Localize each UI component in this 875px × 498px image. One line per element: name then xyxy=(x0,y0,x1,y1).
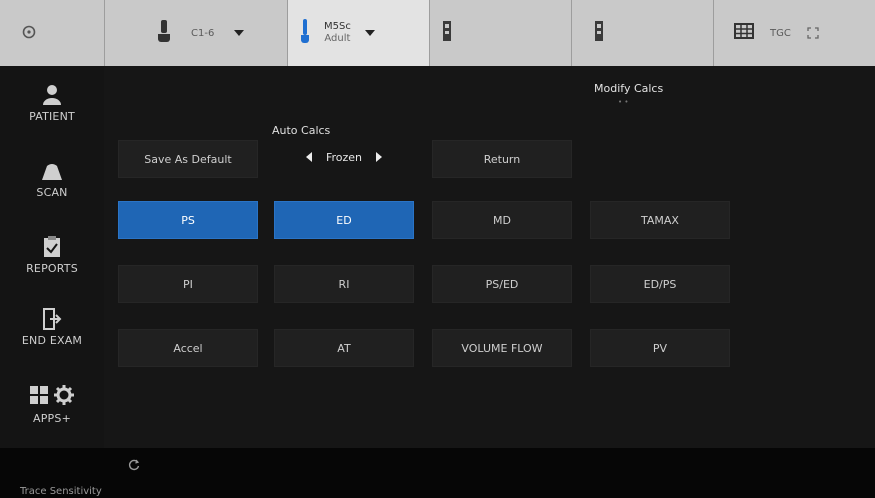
nav-label: PATIENT xyxy=(29,110,75,123)
probe-selector-2[interactable]: M5Sc Adult xyxy=(288,0,430,66)
tgc-button[interactable]: TGC xyxy=(770,28,791,39)
calc-ps-button[interactable]: PS xyxy=(118,201,258,239)
trace-sensitivity-label: Trace Sensitivity xyxy=(20,486,102,497)
calc-volume-flow-button[interactable]: VOLUME FLOW xyxy=(432,329,572,367)
nav-reports[interactable]: REPORTS xyxy=(0,236,104,275)
scan-icon xyxy=(0,162,104,186)
probe-name: M5Sc xyxy=(324,21,351,32)
probe-icon xyxy=(157,19,171,47)
nav-label: SCAN xyxy=(36,186,68,199)
next-icon[interactable] xyxy=(376,152,383,162)
probe-slot-3[interactable] xyxy=(430,0,572,66)
calc-accel-button[interactable]: Accel xyxy=(118,329,258,367)
probe-preset: M5Sc Adult xyxy=(324,21,351,45)
rotary-knob-icon[interactable] xyxy=(128,456,140,475)
auto-calcs-stepper: Frozen xyxy=(274,142,414,172)
nav-label: APPS+ xyxy=(33,412,71,425)
auto-calcs-label: Auto Calcs xyxy=(272,124,331,137)
probe-selector-1[interactable]: C1-6 xyxy=(105,0,288,66)
preset-name: Adult xyxy=(324,33,351,44)
reports-icon xyxy=(0,236,104,262)
keyboard-icon[interactable] xyxy=(734,23,754,43)
home-icon[interactable] xyxy=(22,24,36,43)
probe-slot-4[interactable] xyxy=(572,0,714,66)
calc-ps-ed-button[interactable]: PS/ED xyxy=(432,265,572,303)
patient-icon xyxy=(0,84,104,110)
calc-ed-button[interactable]: ED xyxy=(274,201,414,239)
calc-ri-button[interactable]: RI xyxy=(274,265,414,303)
nav-label: REPORTS xyxy=(26,262,78,275)
return-button[interactable]: Return xyxy=(432,140,572,178)
probe-active-icon xyxy=(300,18,310,48)
probe-port-icon xyxy=(442,20,452,46)
auto-calcs-value: Frozen xyxy=(325,150,363,164)
end-exam-icon xyxy=(0,308,104,334)
chevron-down-icon[interactable] xyxy=(364,30,375,36)
calc-pv-button[interactable]: PV xyxy=(590,329,730,367)
calc-tamax-button[interactable]: TAMAX xyxy=(590,201,730,239)
calc-ed-ps-button[interactable]: ED/PS xyxy=(590,265,730,303)
page-indicator: • • xyxy=(618,98,629,106)
fullscreen-icon[interactable] xyxy=(807,24,819,43)
nav-label: END EXAM xyxy=(21,334,83,347)
nav-scan[interactable]: SCAN xyxy=(0,162,104,199)
chevron-down-icon[interactable] xyxy=(234,30,245,36)
probe-name: C1-6 xyxy=(191,27,215,39)
left-navigation: PATIENT SCAN REPORTS END EXAM APPS+ xyxy=(0,66,104,448)
calc-pi-button[interactable]: PI xyxy=(118,265,258,303)
probe-port-icon xyxy=(594,20,604,46)
page-title: Modify Calcs xyxy=(594,82,664,95)
save-as-default-button[interactable]: Save As Default xyxy=(118,140,258,178)
calc-at-button[interactable]: AT xyxy=(274,329,414,367)
home-segment[interactable] xyxy=(0,0,105,66)
topbar-right: TGC xyxy=(714,0,875,66)
apps-icon xyxy=(0,384,104,412)
calc-md-button[interactable]: MD xyxy=(432,201,572,239)
nav-patient[interactable]: PATIENT xyxy=(0,84,104,123)
nav-end-exam[interactable]: END EXAM xyxy=(0,308,104,347)
previous-icon[interactable] xyxy=(305,152,312,162)
modify-calcs-panel: Modify Calcs • • Save As Default Auto Ca… xyxy=(104,66,875,448)
bottom-control-strip: Trace Sensitivity xyxy=(0,448,875,498)
nav-apps[interactable]: APPS+ xyxy=(0,384,104,425)
top-toolbar: C1-6 M5Sc Adult TGC xyxy=(0,0,875,66)
